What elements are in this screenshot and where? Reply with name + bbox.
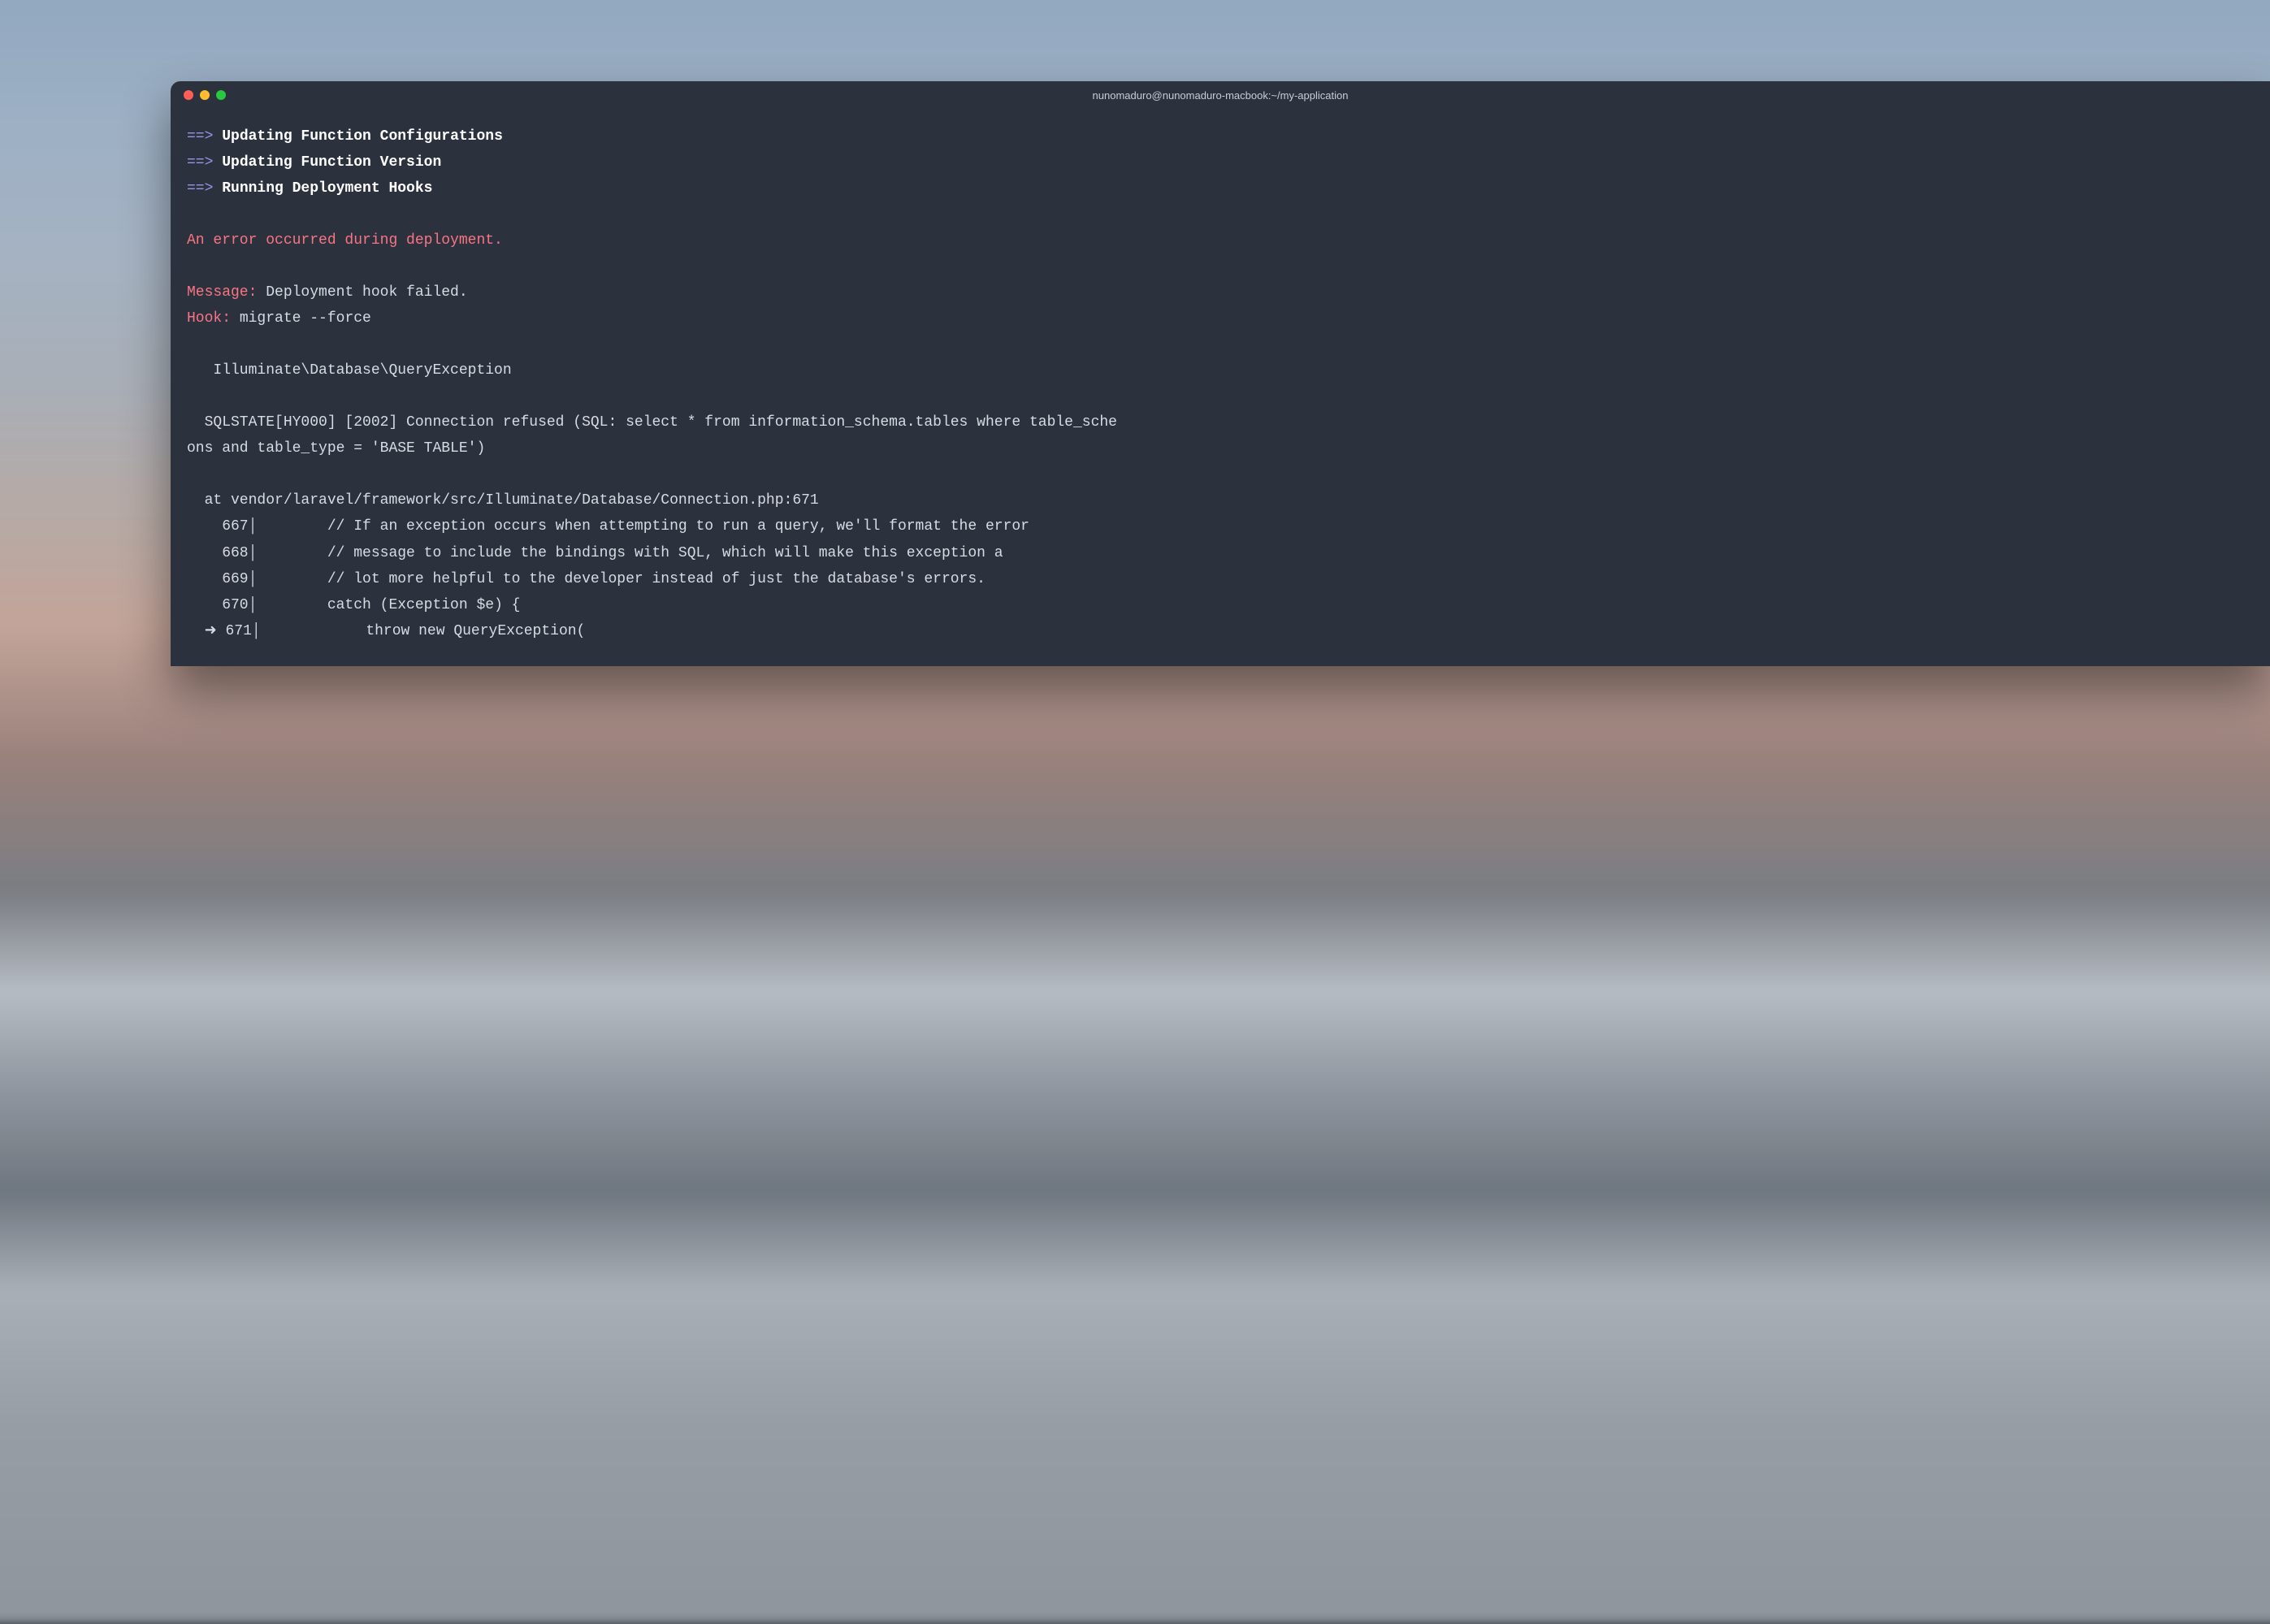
step-label: Running Deployment Hooks [222,180,432,197]
message-line: Message: Deployment hook failed. [187,279,2254,305]
blank-line [187,253,2254,279]
minimize-icon[interactable] [200,90,210,100]
maximize-icon[interactable] [216,90,226,100]
step-line: ==> Updating Function Configurations [187,123,2254,149]
step-line: ==> Running Deployment Hooks [187,175,2254,201]
exception-class: Illuminate\Database\QueryException [187,357,2254,383]
window-title: nunomaduro@nunomaduro-macbook:~/my-appli… [171,89,2270,102]
error-summary: An error occurred during deployment. [187,227,2254,253]
message-label: Message: [187,284,257,301]
code-line: 668│ // message to include the bindings … [187,540,2254,566]
traffic-lights [171,90,226,100]
arrow-icon: ==> [187,180,213,197]
code-line: 667│ // If an exception occurs when atte… [187,513,2254,539]
blank-line [187,383,2254,409]
hook-line: Hook: migrate --force [187,305,2254,331]
arrow-icon: ==> [187,128,213,145]
blank-line [187,461,2254,487]
stack-location: at vendor/laravel/framework/src/Illumina… [187,487,2254,513]
code-line-current: ➜ 671│ throw new QueryException( [187,618,2254,644]
blank-line [187,331,2254,357]
close-icon[interactable] [184,90,193,100]
arrow-icon: ==> [187,154,213,171]
terminal-output[interactable]: ==> Updating Function Configurations==> … [171,109,2270,660]
code-line: 670│ catch (Exception $e) { [187,592,2254,618]
blank-line [187,201,2254,227]
step-label: Updating Function Version [222,154,441,171]
step-label: Updating Function Configurations [222,128,503,145]
titlebar[interactable]: nunomaduro@nunomaduro-macbook:~/my-appli… [171,81,2270,109]
hook-label: Hook: [187,310,231,327]
message-value: Deployment hook failed. [257,284,467,301]
hook-value: migrate --force [231,310,371,327]
sql-error-cont: ons and table_type = 'BASE TABLE') [187,435,2254,461]
terminal-window: nunomaduro@nunomaduro-macbook:~/my-appli… [171,81,2270,666]
sql-error: SQLSTATE[HY000] [2002] Connection refuse… [187,409,2254,435]
step-line: ==> Updating Function Version [187,149,2254,175]
code-line: 669│ // lot more helpful to the develope… [187,566,2254,592]
